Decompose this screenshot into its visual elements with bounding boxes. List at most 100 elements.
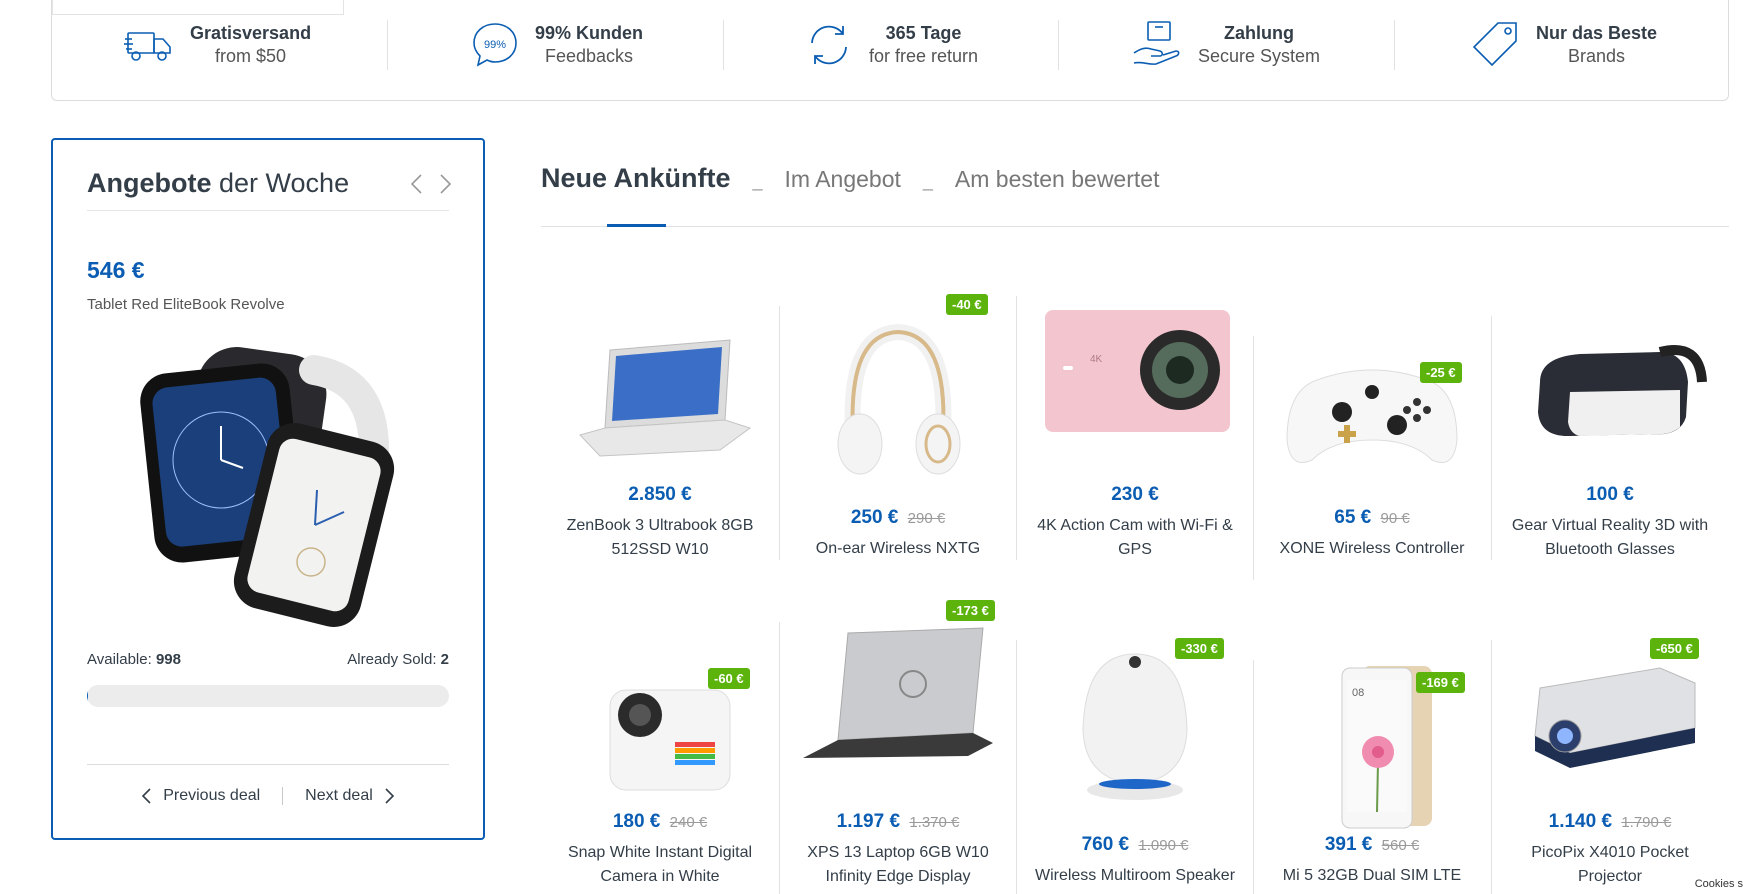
laptop-image — [579, 339, 752, 457]
product-name[interactable]: XPS 13 Laptop 6GB W10 Infinity Edge Disp… — [790, 841, 1006, 889]
product-price: 391 € 560 € — [1254, 834, 1490, 856]
tab-top-rated[interactable]: Am besten bewertet — [955, 166, 1160, 193]
chevron-left-icon — [142, 788, 151, 804]
old-price: 1.370 € — [909, 814, 960, 831]
tab-on-sale[interactable]: Im Angebot — [785, 166, 901, 193]
previous-deal-label: Previous deal — [163, 787, 261, 804]
deal-navigation: Previous deal Next deal — [87, 787, 449, 805]
current-price: 100 € — [1586, 484, 1634, 505]
cookies-link[interactable]: Cookies s — [1694, 878, 1743, 890]
previous-deal-button[interactable]: Previous deal — [141, 787, 260, 805]
feature-subtitle: Brands — [1568, 46, 1626, 66]
feature-subtitle: Feedbacks — [544, 46, 634, 66]
available-label: Available: — [87, 651, 152, 668]
discount-badge: -650 € — [1650, 638, 1699, 659]
product-name[interactable]: ZenBook 3 Ultrabook 8GB 512SSD W10 — [552, 514, 768, 562]
old-price: 560 € — [1381, 837, 1420, 854]
product-card[interactable]: -173 € 1.197 € 1.370 € XPS 13 Laptop 6GB… — [780, 600, 1016, 894]
chevron-right-icon[interactable] — [437, 173, 453, 195]
product-price: 180 € 240 € — [542, 811, 778, 833]
product-card[interactable]: -40 € 250 € 290 € On-ear Wireless NXTG — [780, 290, 1016, 590]
feature-divider — [1058, 20, 1059, 70]
product-name[interactable]: Snap White Instant Digital Camera in Whi… — [552, 841, 768, 889]
feature-brands: Nur das Beste Brands — [1470, 18, 1657, 72]
next-deal-label: Next deal — [305, 787, 373, 804]
tab-separator: _ — [752, 171, 763, 191]
deal-title: Angebote der Woche — [87, 168, 349, 199]
deal-sold: Already Sold: 2 — [347, 651, 449, 668]
product-card[interactable]: 4K 230 € 4K Action Cam with Wi-Fi & GPS — [1017, 290, 1253, 590]
product-card[interactable]: 08 -169 € 391 € 560 € Mi 5 32GB Dual SIM… — [1254, 600, 1490, 894]
feature-divider — [1394, 20, 1395, 70]
vr-headset-image — [1538, 345, 1707, 437]
discount-badge: -173 € — [946, 600, 995, 621]
divider — [87, 210, 449, 211]
discount-badge: -330 € — [1175, 638, 1224, 659]
product-name[interactable]: 4K Action Cam with Wi-Fi & GPS — [1027, 514, 1243, 562]
product-card[interactable]: -25 € 65 € 90 € XONE Wireless Controller — [1254, 290, 1490, 590]
product-name[interactable]: Gear Virtual Reality 3D with Bluetooth G… — [1502, 514, 1718, 562]
product-price: 760 € 1.090 € — [1017, 834, 1253, 856]
old-price: 90 € — [1380, 510, 1410, 527]
old-price: 290 € — [907, 510, 946, 527]
product-name[interactable]: Mi 5 32GB Dual SIM LTE — [1264, 864, 1480, 888]
discount-badge: -169 € — [1416, 672, 1465, 693]
feature-divider — [723, 20, 724, 70]
product-price: 2.850 € — [542, 484, 778, 506]
product-card[interactable]: -60 € 180 € 240 € Snap White Instant Dig… — [542, 600, 778, 894]
feature-title: 99% Kunden — [535, 23, 644, 43]
product-name[interactable]: On-ear Wireless NXTG — [790, 537, 1006, 561]
deal-price: 546 € — [87, 257, 145, 283]
product-card[interactable]: 100 € Gear Virtual Reality 3D with Bluet… — [1492, 290, 1728, 590]
old-price: 1.090 € — [1138, 837, 1189, 854]
product-card[interactable]: -650 € 1.140 € 1.790 € PicoPix X4010 Poc… — [1492, 600, 1728, 894]
discount-badge: -25 € — [1420, 362, 1462, 383]
old-price: 1.790 € — [1621, 814, 1672, 831]
svg-text:4K: 4K — [1090, 354, 1103, 365]
svg-text:08: 08 — [1352, 687, 1364, 699]
divider — [282, 787, 284, 805]
feature-free-shipping: Gratisversand from $50 — [124, 18, 311, 72]
feature-subtitle: Secure System — [1198, 46, 1321, 66]
chevron-left-icon[interactable] — [409, 173, 425, 195]
feedback-bubble-icon: 99% — [473, 23, 517, 67]
feature-title: Zahlung — [1224, 23, 1295, 43]
feature-divider — [387, 20, 388, 70]
svg-text:99%: 99% — [484, 39, 506, 51]
product-price: 250 € 290 € — [780, 507, 1016, 529]
current-price: 1.140 € — [1548, 811, 1613, 832]
laptop-image — [803, 627, 993, 758]
feature-title: 365 Tage — [885, 23, 962, 43]
next-deal-button[interactable]: Next deal — [305, 787, 395, 805]
discount-badge: -40 € — [946, 294, 988, 315]
feature-subtitle: from $50 — [215, 46, 287, 66]
feature-subtitle: for free return — [869, 46, 979, 66]
deal-carousel-arrows — [409, 173, 453, 195]
headphones-image — [837, 323, 961, 475]
tab-new-arrivals[interactable]: Neue Ankünfte — [541, 163, 731, 194]
product-card[interactable]: 2.850 € ZenBook 3 Ultrabook 8GB 512SSD W… — [542, 290, 778, 590]
tabs-divider — [541, 226, 1729, 227]
product-card[interactable]: -330 € 760 € 1.090 € Wireless Multiroom … — [1017, 600, 1253, 894]
smartwatch-image[interactable] — [139, 340, 399, 630]
discount-badge: -60 € — [708, 668, 750, 689]
secure-payment-icon — [1133, 21, 1180, 65]
current-price: 65 € — [1334, 507, 1372, 528]
deal-product-name[interactable]: Tablet Red EliteBook Revolve — [87, 296, 285, 313]
current-price: 230 € — [1111, 484, 1159, 505]
feature-feedbacks: 99% 99% Kunden Feedbacks — [469, 18, 643, 72]
deal-progress-fill — [87, 685, 88, 707]
sold-label: Already Sold: — [347, 651, 437, 668]
product-name[interactable]: XONE Wireless Controller — [1264, 537, 1480, 561]
product-name[interactable]: Wireless Multiroom Speaker — [1027, 864, 1243, 888]
truck-icon — [124, 32, 171, 61]
product-price: 100 € — [1492, 484, 1728, 506]
feature-payment: Zahlung Secure System — [1132, 18, 1320, 72]
available-value: 998 — [155, 651, 181, 668]
feature-returns: 365 Tage for free return — [803, 18, 978, 72]
current-price: 180 € — [612, 811, 661, 832]
active-tab-indicator — [607, 224, 666, 227]
product-name[interactable]: PicoPix X4010 Pocket Projector — [1502, 841, 1718, 889]
game-controller-image — [1286, 369, 1458, 463]
divider — [87, 764, 449, 765]
